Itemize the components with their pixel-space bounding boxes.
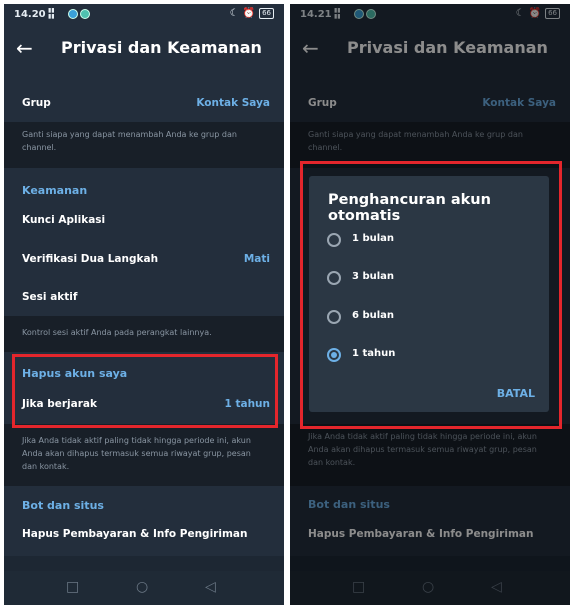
circle-icon[interactable]: ○ [136, 579, 148, 595]
status-time: 14.20 [14, 9, 46, 20]
highlight-box [12, 354, 278, 428]
app-lock-row[interactable]: Kunci Aplikasi [4, 202, 284, 240]
delete-account-note: Jika Anda tidak aktif paling tidak hingg… [4, 424, 284, 486]
screen-left: 14.20 ▮▮ ▮▮ ☾ ⏰ 66 ← Privasi dan Keamanan… [4, 4, 284, 605]
two-step-label: Verifikasi Dua Langkah [22, 253, 159, 265]
bots-section-header: Bot dan situs [4, 486, 284, 518]
groups-value: Kontak Saya [196, 97, 270, 109]
battery-icon: 66 [259, 8, 274, 19]
screen-right: 14.21 ▮▮ ▮▮ ☾ ⏰ 66 ← Privasi dan Keamanan… [290, 4, 570, 605]
active-sessions-label: Sesi aktif [22, 291, 78, 303]
two-step-value: Mati [243, 253, 270, 265]
signal-icon: ▮▮ ▮▮ [48, 7, 55, 20]
security-section-header: Keamanan [4, 168, 284, 202]
page-title: Privasi dan Keamanan [61, 38, 262, 57]
clear-payment-row[interactable]: Hapus Pembayaran & Info Pengiriman [4, 518, 284, 556]
alarm-icon: ⏰ [242, 8, 256, 19]
app-bar: ← Privasi dan Keamanan [4, 26, 284, 72]
clear-payment-label: Hapus Pembayaran & Info Pengiriman [22, 528, 248, 540]
nav-bar: □ ○ ◁ [4, 571, 284, 605]
groups-label: Grup [22, 97, 51, 109]
back-arrow-icon[interactable]: ← [16, 36, 33, 60]
sessions-note: Kontrol sesi aktif Anda pada perangkat l… [4, 316, 284, 352]
app-lock-label: Kunci Aplikasi [22, 214, 106, 226]
triangle-left-icon[interactable]: ◁ [205, 579, 216, 595]
app-notification-icon [80, 9, 90, 19]
bots-header-label: Bot dan situs [22, 499, 104, 512]
moon-icon: ☾ [229, 8, 239, 19]
app-notification-icon [68, 9, 78, 19]
status-bar: 14.20 ▮▮ ▮▮ ☾ ⏰ 66 [4, 4, 284, 26]
groups-note: Ganti siapa yang dapat menambah Anda ke … [4, 122, 284, 168]
active-sessions-row[interactable]: Sesi aktif [4, 278, 284, 316]
two-step-row[interactable]: Verifikasi Dua Langkah Mati [4, 240, 284, 278]
square-icon[interactable]: □ [66, 579, 79, 595]
groups-row[interactable]: Grup Kontak Saya [4, 84, 284, 122]
highlight-box [300, 161, 562, 429]
partial-row[interactable] [4, 72, 284, 84]
security-header-label: Keamanan [22, 184, 88, 197]
